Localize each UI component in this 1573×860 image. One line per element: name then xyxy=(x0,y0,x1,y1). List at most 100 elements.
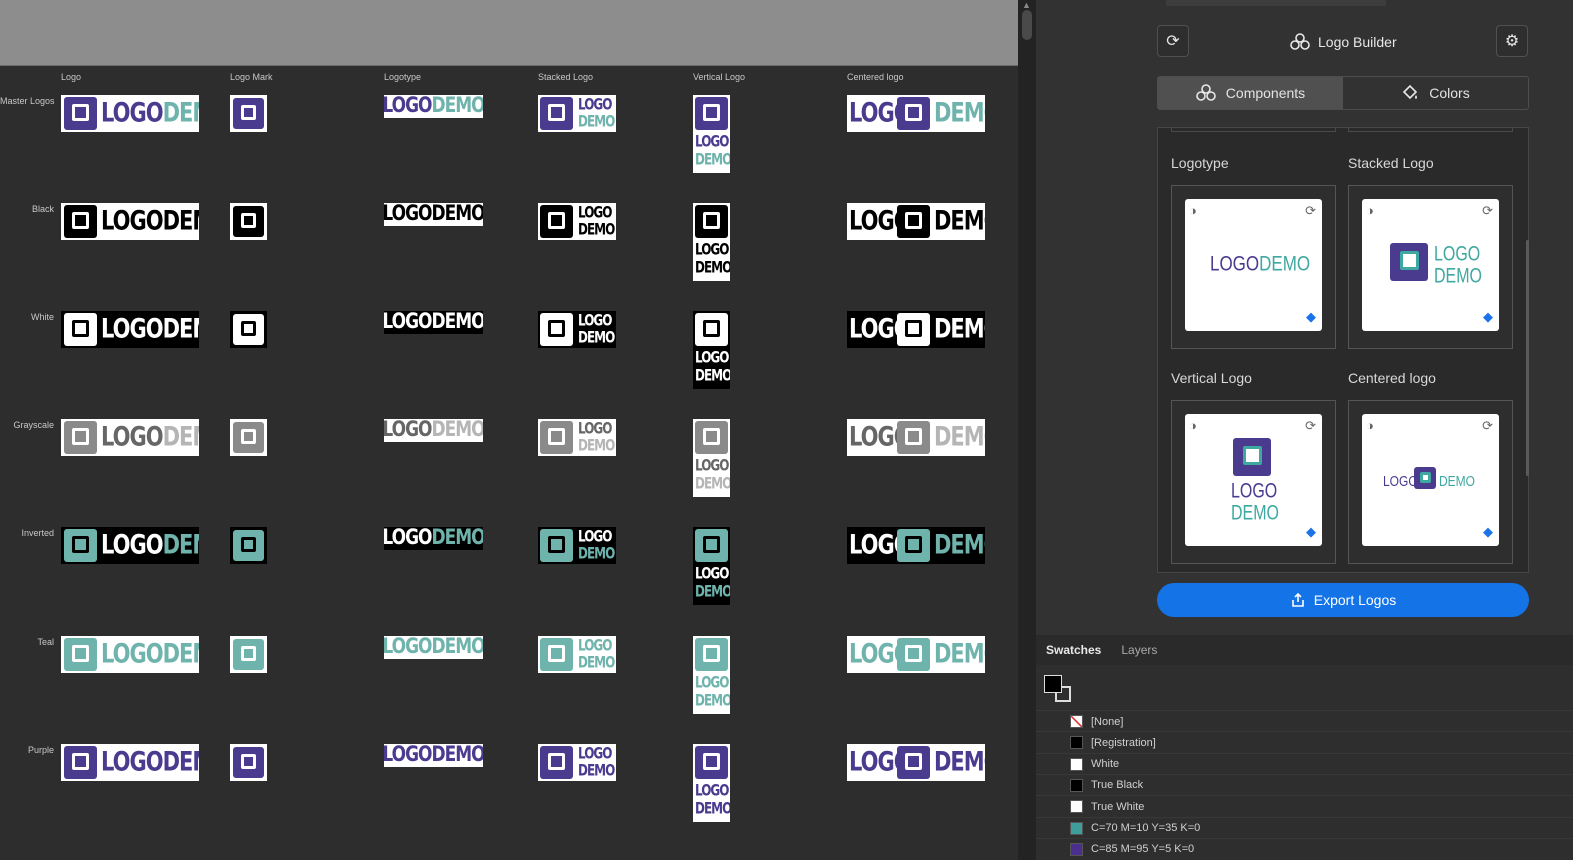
scroll-up-arrow-icon[interactable]: ▲ xyxy=(1022,0,1031,10)
logo-centered[interactable]: LOGODEMO xyxy=(847,636,985,673)
logo-vertical[interactable]: LOGO DEMO xyxy=(693,527,730,605)
card-logotype[interactable]: ◑ ⟳ ◆ LOGODEMO xyxy=(1171,185,1336,349)
word-logo: LOGO xyxy=(384,527,433,550)
card-centered[interactable]: ◑ ⟳ ◆ LOGO DEMO xyxy=(1348,400,1513,564)
paint-bucket-icon[interactable]: ◆ xyxy=(1306,524,1316,540)
fill-swatch[interactable] xyxy=(1044,675,1062,693)
swatch-row[interactable]: C=85 M=95 Y=5 K=0 xyxy=(1036,837,1573,860)
card-stacked[interactable]: ◑ ⟳ ◆ LOGO DEMO xyxy=(1348,185,1513,349)
word-logo: LOGO xyxy=(101,421,164,452)
paint-bucket-icon[interactable]: ◆ xyxy=(1483,524,1493,540)
logotype[interactable]: LOGO DEMO xyxy=(384,744,483,767)
reset-icon[interactable]: ⟳ xyxy=(1305,204,1316,217)
swatch-row[interactable]: [Registration] xyxy=(1036,731,1573,753)
centered-word-2: DEMO xyxy=(934,749,985,775)
refresh-button[interactable]: ⟳ xyxy=(1157,25,1189,57)
logo-centered[interactable]: LOGODEMO xyxy=(847,527,985,564)
paint-bucket-icon[interactable]: ◆ xyxy=(1483,309,1493,325)
logo-stacked[interactable]: LOGO DEMO xyxy=(538,311,616,348)
stacked-preview: ◑ ⟳ ◆ LOGO DEMO xyxy=(1362,199,1499,331)
export-logos-button[interactable]: Export Logos xyxy=(1157,583,1529,617)
card-vertical[interactable]: ◑ ⟳ ◆ LOGO DEMO xyxy=(1171,400,1336,564)
panel-scrollbar[interactable] xyxy=(1526,240,1529,476)
tab-components[interactable]: Components xyxy=(1158,77,1343,109)
swatch-row[interactable]: [None] xyxy=(1036,710,1573,732)
swatch-row[interactable]: White xyxy=(1036,752,1573,775)
settings-button[interactable]: ⚙ xyxy=(1496,25,1528,57)
logo-horizontal[interactable]: LOGODEMO xyxy=(61,311,199,348)
logo-centered[interactable]: LOGODEMO xyxy=(847,203,985,240)
contrast-icon[interactable]: ◑ xyxy=(1189,419,1197,432)
logo-vertical[interactable]: LOGO DEMO xyxy=(693,636,730,714)
logo-mark[interactable] xyxy=(230,636,267,673)
logo-centered[interactable]: LOGODEMO xyxy=(847,744,985,781)
reset-icon[interactable]: ⟳ xyxy=(1482,419,1493,432)
logo-horizontal[interactable]: LOGODEMO xyxy=(61,744,199,781)
canvas-scrollbar[interactable]: ▲ xyxy=(1018,0,1036,860)
logo-stacked[interactable]: LOGO DEMO xyxy=(538,636,616,673)
logo-mark[interactable] xyxy=(230,203,267,240)
word-demo: DEMO xyxy=(162,746,199,777)
logo-mark[interactable] xyxy=(230,311,267,348)
logo-centered[interactable]: LOGODEMO xyxy=(847,95,985,132)
logo-vertical[interactable]: LOGO DEMO xyxy=(693,311,730,389)
fill-stroke-widget[interactable] xyxy=(1044,675,1076,705)
logo-mark[interactable] xyxy=(230,95,267,132)
logo-vertical[interactable]: LOGO DEMO xyxy=(693,419,730,497)
swatch-row[interactable]: C=70 M=10 Y=35 K=0 xyxy=(1036,816,1573,839)
logotype[interactable]: LOGO DEMO xyxy=(384,636,483,659)
logotype[interactable]: LOGO DEMO xyxy=(384,203,483,226)
pasteboard xyxy=(0,0,1018,66)
logo-stacked[interactable]: LOGO DEMO xyxy=(538,203,616,240)
logo-vertical[interactable]: LOGO DEMO xyxy=(693,95,730,173)
tab-swatches[interactable]: Swatches xyxy=(1036,643,1111,657)
word-demo: DEMO xyxy=(431,744,484,767)
logo-mark[interactable] xyxy=(230,419,267,456)
logo-mark-icon xyxy=(897,313,930,346)
contrast-icon[interactable]: ◑ xyxy=(1366,204,1374,217)
artboard-canvas[interactable]: Logo Logo Mark Logotype Stacked Logo Vertica… xyxy=(0,0,1018,860)
word-logo: LOGO xyxy=(384,95,433,118)
word-demo: DEMO xyxy=(162,421,199,452)
logo-stacked[interactable]: LOGO DEMO xyxy=(538,419,616,456)
word-logo: LOGO xyxy=(384,311,433,334)
components-list: Logotype Stacked Logo ◑ ⟳ ◆ LOGODEMO ◑ ⟳ ◆ LOG… xyxy=(1157,127,1529,573)
logo-horizontal[interactable]: LOGODEMO xyxy=(61,527,199,564)
word-logo: LOGO xyxy=(695,131,729,151)
reset-icon[interactable]: ⟳ xyxy=(1305,419,1316,432)
swatch-row[interactable]: True Black xyxy=(1036,773,1573,796)
word-logo: LOGO xyxy=(1231,479,1278,503)
word-logo: LOGO xyxy=(578,419,612,438)
logotype[interactable]: LOGO DEMO xyxy=(384,95,483,118)
tab-layers[interactable]: Layers xyxy=(1111,643,1167,657)
logo-stacked[interactable]: LOGO DEMO xyxy=(538,527,616,564)
column-header: Logotype xyxy=(384,72,422,82)
reset-icon[interactable]: ⟳ xyxy=(1482,204,1493,217)
tab-colors[interactable]: Colors xyxy=(1343,77,1528,109)
logo-mark[interactable] xyxy=(230,744,267,781)
logo-mark[interactable] xyxy=(230,527,267,564)
logotype[interactable]: LOGO DEMO xyxy=(384,311,483,334)
paint-bucket-icon[interactable]: ◆ xyxy=(1306,309,1316,325)
logo-horizontal[interactable]: LOGODEMO xyxy=(61,203,199,240)
logo-horizontal[interactable]: LOGODEMO xyxy=(61,419,199,456)
logo-vertical[interactable]: LOGO DEMO xyxy=(693,744,730,822)
contrast-icon[interactable]: ◑ xyxy=(1366,419,1374,432)
contrast-icon[interactable]: ◑ xyxy=(1189,204,1197,217)
logo-stacked[interactable]: LOGO DEMO xyxy=(538,744,616,781)
logotype[interactable]: LOGO DEMO xyxy=(384,527,483,550)
logo-mark-icon xyxy=(897,638,930,671)
logotype[interactable]: LOGO DEMO xyxy=(384,419,483,442)
logo-centered[interactable]: LOGODEMO xyxy=(847,311,985,348)
logo-vertical[interactable]: LOGO DEMO xyxy=(693,203,730,281)
logo-stacked[interactable]: LOGO DEMO xyxy=(538,95,616,132)
swatch-row[interactable]: True White xyxy=(1036,795,1573,817)
logo-horizontal[interactable]: LOGODEMO xyxy=(61,95,199,132)
centered-word-2: DEMO xyxy=(934,208,985,234)
logo-mark-icon xyxy=(233,422,264,453)
logo-centered[interactable]: LOGODEMO xyxy=(847,419,985,456)
scroll-thumb[interactable] xyxy=(1022,10,1032,40)
logo-horizontal[interactable]: LOGODEMO xyxy=(61,636,199,673)
card-stub xyxy=(1348,128,1513,132)
column-header: Logo Mark xyxy=(230,72,273,82)
